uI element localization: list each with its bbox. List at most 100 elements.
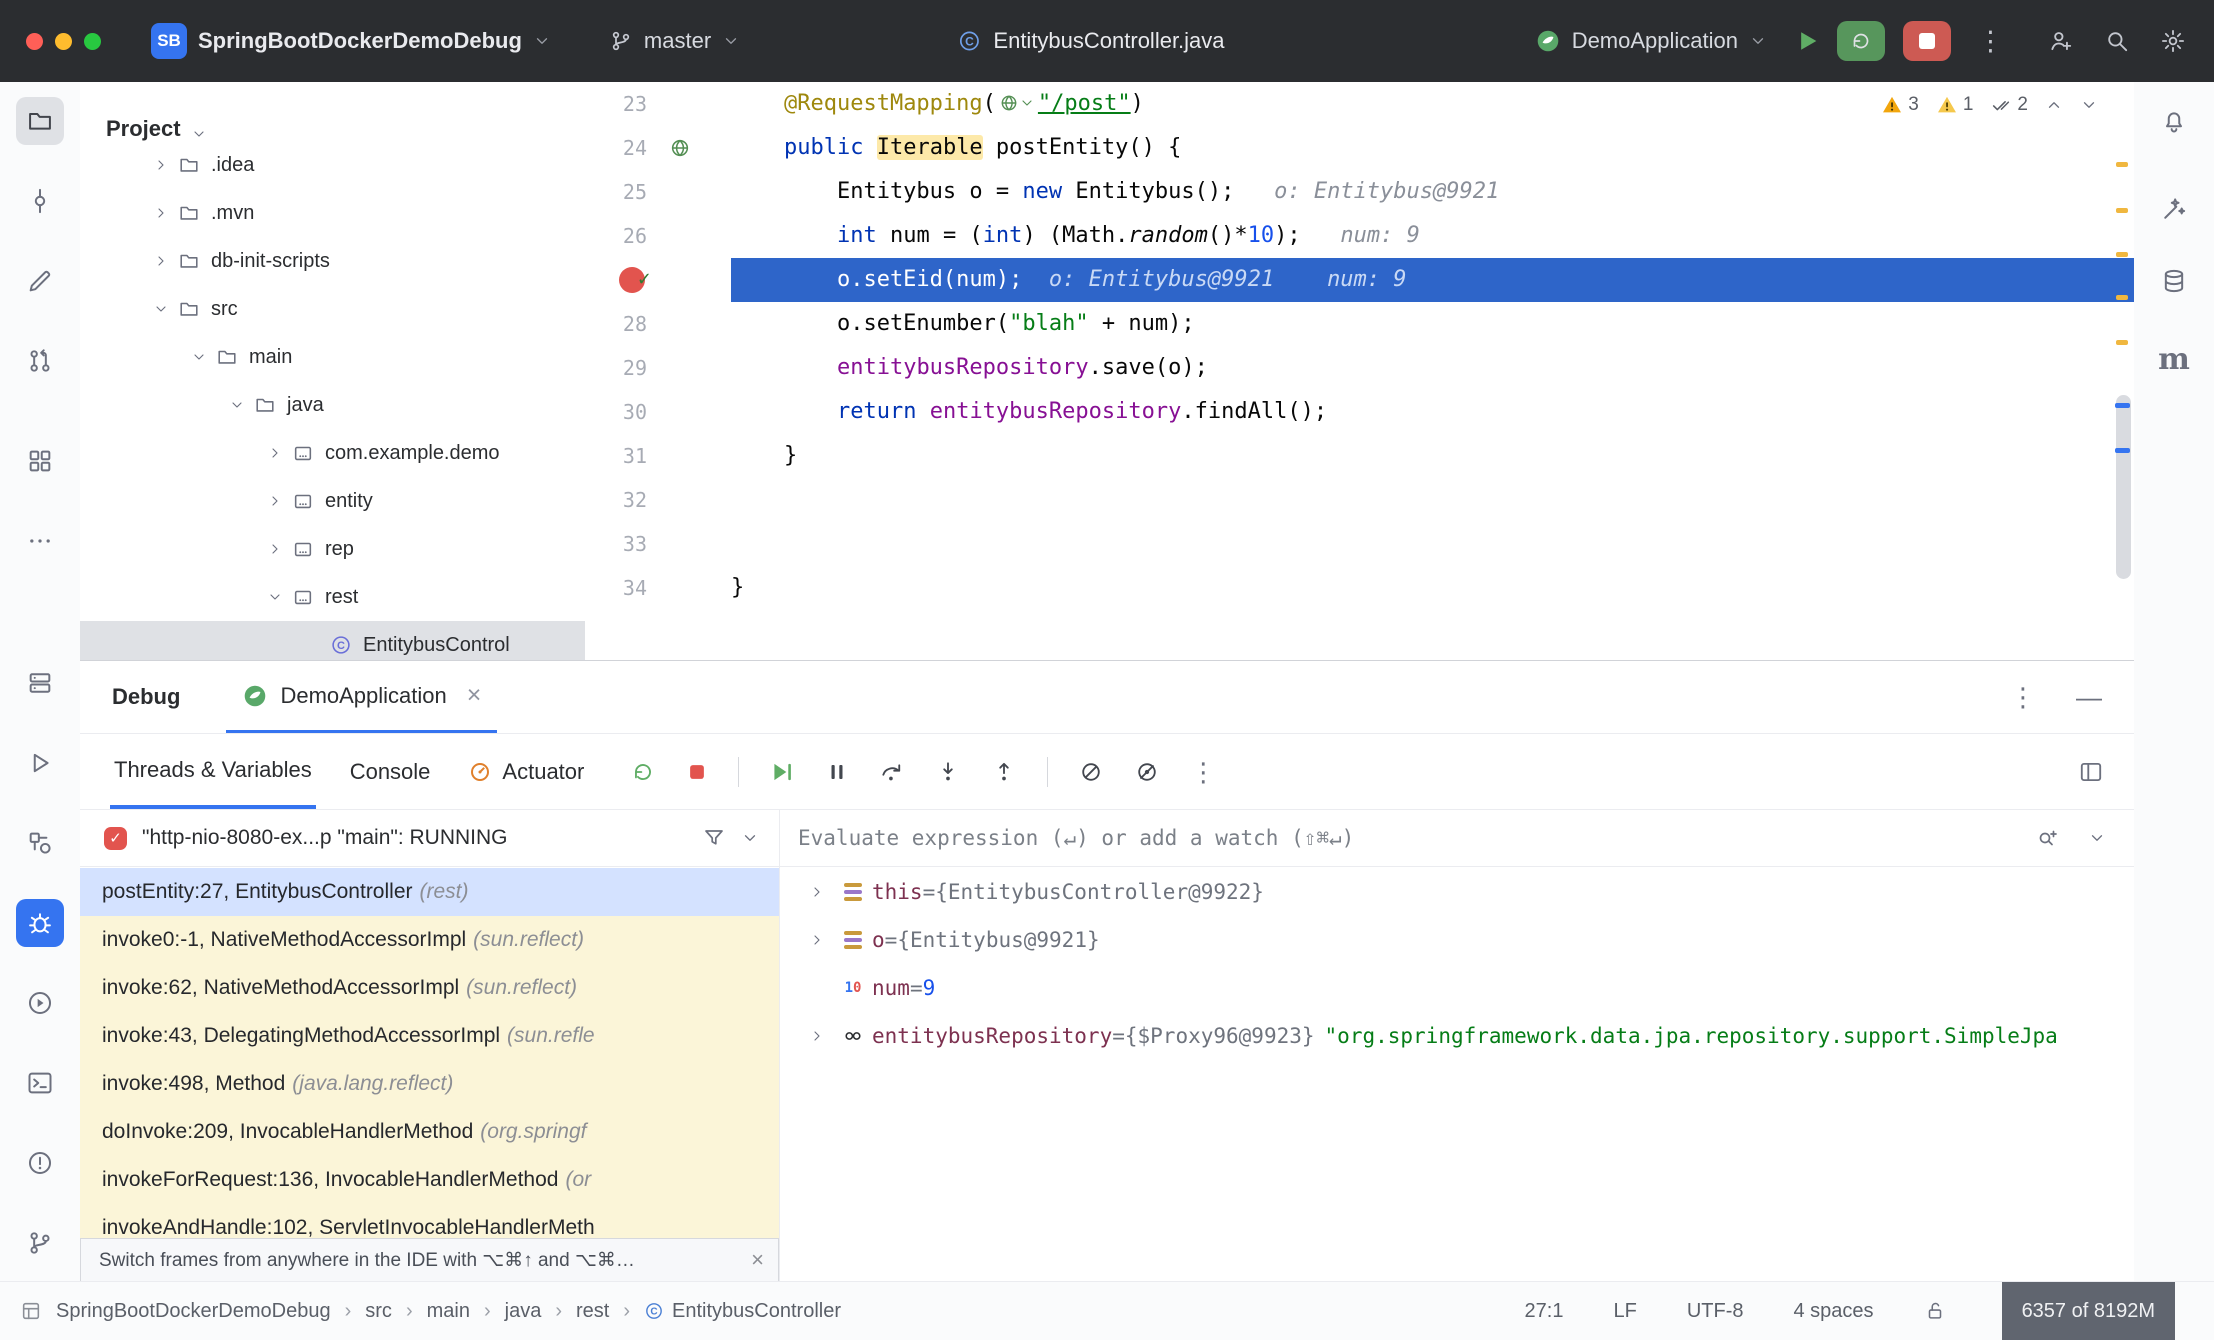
variable-row-o[interactable]: o = {Entitybus@9921} xyxy=(780,916,2134,964)
code-text[interactable]: public Iterable postEntity() { xyxy=(731,126,2134,170)
chevron-down-icon[interactable] xyxy=(148,301,174,317)
resume-button[interactable] xyxy=(769,759,795,785)
stop-process-button[interactable] xyxy=(686,761,708,783)
run-configuration-widget[interactable]: DemoApplication xyxy=(1535,28,1767,54)
tab-threads-variables[interactable]: Threads & Variables xyxy=(110,734,316,809)
step-out-button[interactable] xyxy=(991,759,1017,785)
variable-row-num[interactable]: 10 num = 9 xyxy=(780,964,2134,1012)
code-text[interactable]: } xyxy=(731,566,2134,610)
tool-stripe-button-problems[interactable] xyxy=(16,1139,64,1187)
run-button[interactable] xyxy=(1793,27,1821,55)
tree-item-src[interactable]: src xyxy=(80,285,585,333)
tree-item-entitybuscontrol[interactable]: C EntitybusControl xyxy=(80,621,585,660)
code-text[interactable] xyxy=(731,522,2134,566)
caret-position[interactable]: 27:1 xyxy=(1525,1300,1564,1323)
tool-stripe-button-ai-assistant[interactable] xyxy=(2150,185,2198,233)
editor-scrollbar[interactable] xyxy=(2112,82,2132,660)
chevron-down-icon[interactable] xyxy=(2088,829,2106,847)
tool-stripe-button-services[interactable] xyxy=(16,819,64,867)
breakpoint-icon[interactable] xyxy=(619,258,652,302)
zoom-window-button[interactable] xyxy=(84,32,101,50)
stack-frame[interactable]: invoke:43, DelegatingMethodAccessorImpl (… xyxy=(80,1012,779,1060)
memory-indicator[interactable]: 6357 of 8192M xyxy=(2001,1282,2175,1340)
stack-frame[interactable]: invokeAndHandle:102, ServletInvocableHan… xyxy=(80,1204,779,1238)
minimize-window-button[interactable] xyxy=(55,32,72,50)
tool-stripe-button-debug[interactable] xyxy=(16,899,64,947)
chevron-right-icon[interactable] xyxy=(262,445,288,461)
gutter[interactable]: 25 xyxy=(585,170,731,214)
tool-stripe-button-maven[interactable]: m xyxy=(2150,336,2198,384)
vcs-branch-widget[interactable]: master xyxy=(609,28,740,54)
tool-stripe-button-pull-requests[interactable] xyxy=(16,337,64,385)
stack-frame[interactable]: invoke:62, NativeMethodAccessorImpl (sun.… xyxy=(80,964,779,1012)
gutter[interactable] xyxy=(585,258,731,302)
indent-style[interactable]: 4 spaces xyxy=(1794,1300,1874,1323)
gutter[interactable]: 29 xyxy=(585,346,731,390)
stop-button[interactable] xyxy=(1903,21,1951,61)
gutter[interactable]: 26 xyxy=(585,214,731,258)
view-breakpoints-button[interactable] xyxy=(1134,759,1160,785)
tool-stripe-button-project[interactable] xyxy=(16,97,64,145)
chevron-right-icon[interactable] xyxy=(148,253,174,269)
layout-settings-button[interactable] xyxy=(2078,759,2104,785)
warning-stripe-mark[interactable] xyxy=(2116,252,2128,257)
rerun-button[interactable] xyxy=(630,759,656,785)
tool-stripe-button-more-tool-windows[interactable] xyxy=(16,517,64,565)
tree-item-com-example-demo[interactable]: com.example.demo xyxy=(80,429,585,477)
endpoint-globe-icon[interactable] xyxy=(669,137,691,159)
tab-console[interactable]: Console xyxy=(346,734,435,809)
warning-stripe-mark[interactable] xyxy=(2116,340,2128,345)
chevron-down-icon[interactable] xyxy=(186,349,212,365)
line-ending[interactable]: LF xyxy=(1613,1300,1636,1323)
code-text[interactable]: o.setEnumber("blah" + num); xyxy=(731,302,2134,346)
line-number[interactable]: 30 xyxy=(585,390,647,434)
code-text[interactable]: entitybusRepository.save(o); xyxy=(731,346,2134,390)
settings-button[interactable] xyxy=(2160,28,2186,54)
tab-actuator[interactable]: Actuator xyxy=(464,734,588,809)
breadcrumb-item[interactable]: main xyxy=(427,1300,470,1323)
stack-frame[interactable]: invoke:498, Method (java.lang.reflect) xyxy=(80,1060,779,1108)
tree-item--mvn[interactable]: .mvn xyxy=(80,189,585,237)
step-over-button[interactable] xyxy=(879,759,905,785)
debug-session-tab[interactable]: DemoApplication × xyxy=(226,661,498,733)
warning-stripe-mark[interactable] xyxy=(2116,208,2128,213)
stack-frame[interactable]: doInvoke:209, InvocableHandlerMethod (org… xyxy=(80,1108,779,1156)
breadcrumb-item[interactable]: SpringBootDockerDemoDebug xyxy=(56,1300,331,1323)
info-stripe-mark[interactable] xyxy=(2115,448,2130,453)
rerun-debug-button[interactable] xyxy=(1837,21,1885,61)
tool-stripe-button-version-control[interactable] xyxy=(16,1219,64,1267)
inspections-widget[interactable]: 3 1 2 xyxy=(1875,92,2104,118)
thread-selector[interactable]: ✓ "http-nio-8080-ex...p "main": RUNNING xyxy=(80,810,779,867)
breadcrumb-item[interactable]: src xyxy=(365,1300,392,1323)
expand-chevron-icon[interactable] xyxy=(800,884,834,900)
close-icon[interactable]: × xyxy=(467,683,482,708)
gutter[interactable]: 30 xyxy=(585,390,731,434)
close-icon[interactable]: × xyxy=(751,1249,764,1271)
project-widget[interactable]: SB SpringBootDockerDemoDebug xyxy=(151,23,551,59)
expand-chevron-icon[interactable] xyxy=(800,932,834,948)
chevron-right-icon[interactable] xyxy=(148,205,174,221)
chevron-down-icon[interactable] xyxy=(262,589,288,605)
line-number[interactable]: 25 xyxy=(585,170,647,214)
info-stripe-mark[interactable] xyxy=(2115,403,2130,408)
line-number[interactable]: 32 xyxy=(585,478,647,522)
prev-problem-button[interactable] xyxy=(2045,96,2063,114)
tool-stripe-button-commit[interactable] xyxy=(16,177,64,225)
gutter[interactable]: 23 xyxy=(585,82,731,126)
line-number[interactable]: 26 xyxy=(585,214,647,258)
warning-stripe-mark[interactable] xyxy=(2116,162,2128,167)
tool-stripe-button-database[interactable] xyxy=(2150,257,2198,305)
mute-breakpoints-button[interactable] xyxy=(1078,759,1104,785)
stack-frame[interactable]: invokeForRequest:136, InvocableHandlerMe… xyxy=(80,1156,779,1204)
more-actions-button[interactable]: ⋮ xyxy=(1977,27,2004,55)
pause-button[interactable] xyxy=(825,760,849,784)
gutter[interactable]: 34 xyxy=(585,566,731,610)
close-window-button[interactable] xyxy=(26,32,43,50)
code-text[interactable]: return entitybusRepository.findAll(); xyxy=(731,390,2134,434)
url-inlay-globe-icon[interactable] xyxy=(999,93,1035,113)
step-into-button[interactable] xyxy=(935,759,961,785)
tree-item-rep[interactable]: rep xyxy=(80,525,585,573)
debug-more-button[interactable]: ⋮ xyxy=(1190,759,1216,785)
breadcrumb-item[interactable]: java xyxy=(505,1300,542,1323)
scrollbar-thumb[interactable] xyxy=(2116,395,2131,579)
